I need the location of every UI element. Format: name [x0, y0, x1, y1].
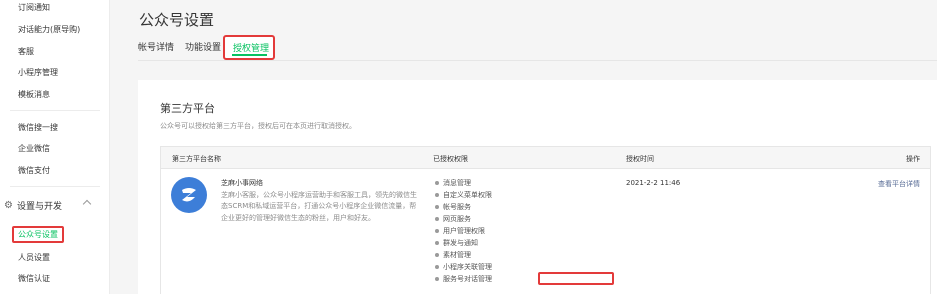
gear-icon: ⚙: [4, 199, 13, 211]
platform-logo-icon: [182, 188, 196, 202]
permission-item: 自定义菜单权限: [435, 190, 492, 200]
platform-description: 芝麻小客服，公众号小程序运营助手和客服工具，领先的微信生态SCRM和私域运营平台…: [221, 191, 417, 222]
permission-item: 帐号服务: [435, 202, 471, 212]
bullet-icon: [435, 205, 439, 209]
tab-label: 授权管理: [233, 44, 270, 54]
permission-label: 小程序关联管理: [443, 263, 492, 271]
bullet-icon: [435, 277, 439, 281]
permission-item: 小程序关联管理: [435, 262, 492, 272]
sidebar-item-dialog-ability[interactable]: 对话能力(原导购): [18, 24, 80, 35]
tab-active-indicator: [232, 54, 267, 56]
sidebar-divider: [10, 186, 100, 187]
permission-label: 素材管理: [443, 251, 471, 259]
sidebar-section-label: 设置与开发: [16, 202, 62, 212]
permission-highlight-box: [538, 272, 614, 285]
tab-account-details[interactable]: 帐号详情: [138, 40, 174, 53]
section-title: 第三方平台: [160, 102, 215, 115]
permission-item: 用户管理权限: [435, 226, 485, 236]
permission-label: 消息管理: [443, 179, 471, 187]
page-title: 公众号设置: [139, 11, 215, 29]
platform-logo: [171, 177, 207, 213]
tab-feature-settings[interactable]: 功能设置: [185, 40, 221, 53]
platform-name: 芝麻小事网络: [221, 179, 263, 187]
sidebar-item-wechat-pay[interactable]: 微信支付: [18, 165, 50, 176]
sidebar-divider: [10, 110, 100, 111]
column-header-auth-time: 授权时间: [626, 155, 654, 163]
permission-item: 网页服务: [435, 214, 471, 224]
bullet-icon: [435, 241, 439, 245]
bullet-icon: [435, 181, 439, 185]
column-header-name: 第三方平台名称: [172, 155, 221, 163]
auth-time: 2021-2-2 11:46: [626, 179, 681, 187]
section-description: 公众号可以授权给第三方平台，授权后可在本页进行取消授权。: [160, 122, 356, 130]
main-content: 公众号设置 帐号详情 功能设置 授权管理 第三方平台 公众号可以授权给第三方平台…: [110, 0, 937, 294]
permission-label: 服务号对话管理: [443, 275, 492, 283]
sidebar-item-template-message[interactable]: 模板消息: [18, 89, 50, 100]
table-header: 第三方平台名称 已授权权限 授权时间 操作: [161, 147, 930, 169]
permission-item: 服务号对话管理: [435, 274, 492, 284]
column-header-permissions: 已授权权限: [433, 155, 468, 163]
column-header-action: 操作: [906, 155, 920, 163]
permission-label: 网页服务: [443, 215, 471, 223]
sidebar-item-staff-settings[interactable]: 人员设置: [18, 252, 50, 263]
sidebar-item-account-settings[interactable]: 公众号设置: [12, 226, 64, 243]
sidebar: 订阅通知 对话能力(原导购) 客服 小程序管理 模板消息 微信搜一搜 企业微信 …: [0, 0, 110, 294]
permission-item: 素材管理: [435, 250, 471, 260]
sidebar-item-customer-service[interactable]: 客服: [18, 46, 34, 57]
chevron-up-icon: [82, 199, 92, 209]
permission-label: 群发与通知: [443, 239, 478, 247]
bullet-icon: [435, 253, 439, 257]
sidebar-item-wechat-verify[interactable]: 微信认证: [18, 273, 50, 284]
tabs-divider: [138, 60, 937, 61]
bullet-icon: [435, 265, 439, 269]
bullet-icon: [435, 217, 439, 221]
view-platform-details-link[interactable]: 查看平台详情: [878, 179, 920, 189]
sidebar-item-wecom[interactable]: 企业微信: [18, 143, 50, 154]
sidebar-section-settings-dev[interactable]: ⚙ 设置与开发: [4, 199, 92, 212]
permission-item: 消息管理: [435, 178, 471, 188]
tab-authorization-management[interactable]: 授权管理: [223, 35, 275, 60]
third-party-card: 第三方平台 公众号可以授权给第三方平台，授权后可在本页进行取消授权。 第三方平台…: [138, 80, 937, 294]
sidebar-item-label: 公众号设置: [18, 230, 58, 239]
bullet-icon: [435, 193, 439, 197]
sidebar-item-wechat-search[interactable]: 微信搜一搜: [18, 122, 58, 133]
permission-label: 自定义菜单权限: [443, 191, 492, 199]
permission-item: 群发与通知: [435, 238, 478, 248]
bullet-icon: [435, 229, 439, 233]
sidebar-item-subscribe-notify[interactable]: 订阅通知: [18, 2, 50, 13]
sidebar-item-miniprogram-manage[interactable]: 小程序管理: [18, 67, 58, 78]
permission-label: 用户管理权限: [443, 227, 485, 235]
permission-label: 帐号服务: [443, 203, 471, 211]
